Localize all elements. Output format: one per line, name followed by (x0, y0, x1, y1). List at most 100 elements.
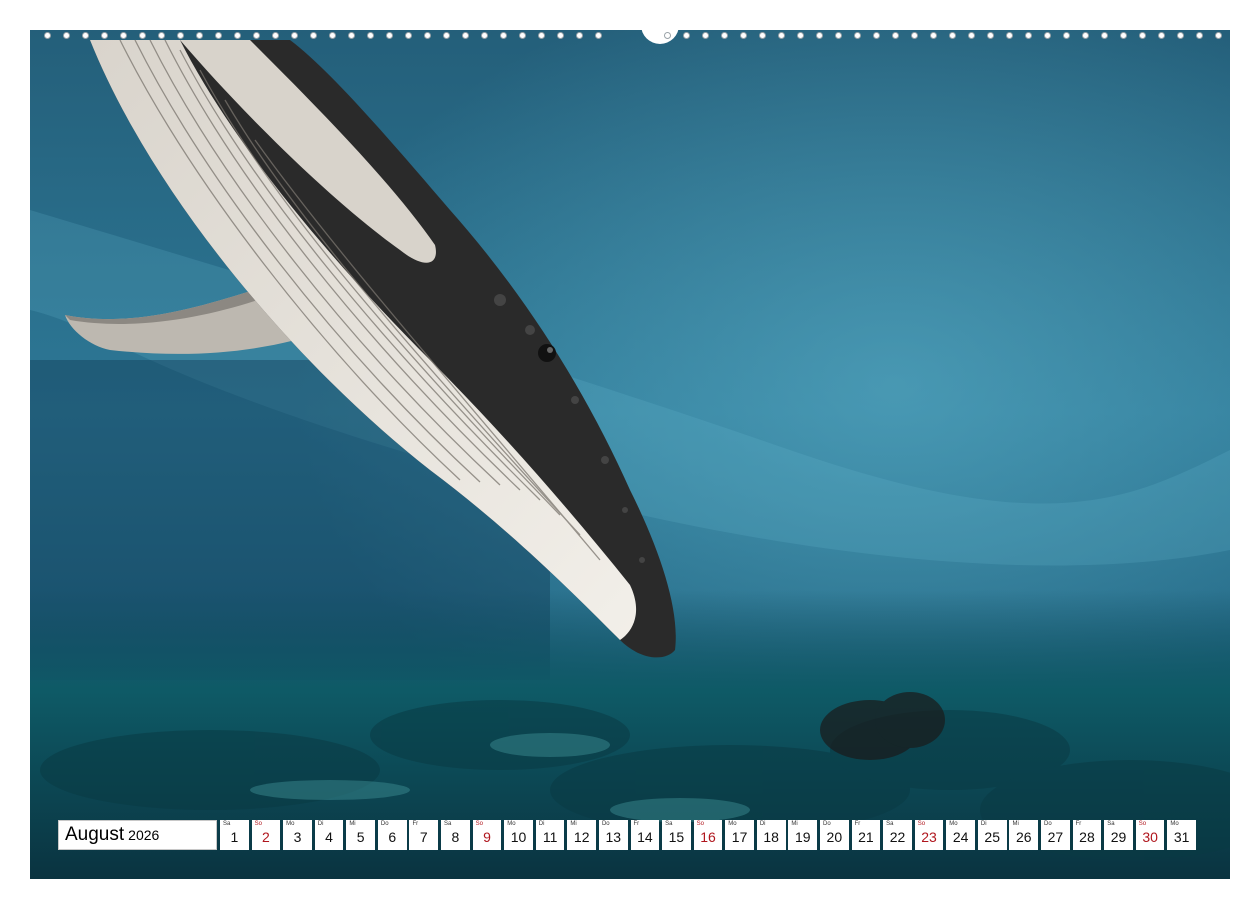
day-cell: So 9 (472, 820, 502, 850)
binding-hole (595, 32, 602, 39)
day-number: 2 (262, 829, 270, 845)
weekday-label: Do (1044, 821, 1052, 827)
day-number: 8 (451, 829, 460, 845)
day-cell: Mo 10 (504, 820, 533, 850)
day-number: 20 (826, 829, 843, 845)
month-name: August (65, 824, 125, 845)
day-number: 4 (325, 829, 333, 845)
day-cell: Fr 28 (1072, 820, 1102, 850)
day-cell: Di 18 (756, 820, 786, 850)
day-number: 31 (1173, 829, 1190, 845)
weekday-label: Mi (570, 821, 577, 827)
binding-hole (873, 32, 880, 39)
day-number: 29 (1110, 829, 1127, 845)
binding-hole (1120, 32, 1127, 39)
weekday-label: So (1138, 821, 1147, 827)
day-cell: Do 20 (819, 820, 849, 850)
weekday-label: Sa (886, 821, 894, 827)
weekday-label: So (917, 821, 926, 827)
weekday-label: Fr (412, 821, 419, 827)
weekday-label: Fr (633, 821, 640, 827)
day-cell: Sa 22 (883, 820, 912, 850)
binding-hole (538, 32, 545, 39)
binding-hole (1006, 32, 1013, 39)
weekday-label: Mi (349, 821, 356, 827)
binding-hole (987, 32, 994, 39)
day-cell: Do 27 (1041, 820, 1070, 850)
photo-illustration (30, 30, 1230, 879)
binding-hole (481, 32, 488, 39)
binding-hole (82, 32, 89, 39)
binding-hole (1158, 32, 1165, 39)
binding-hole (139, 32, 146, 39)
binding-hole (1025, 32, 1032, 39)
binding-hole (683, 32, 690, 39)
day-cell: Fr 7 (409, 820, 439, 850)
day-number: 7 (419, 829, 428, 845)
day-cells: Sa 1 So 2 Mo 3 Di 4 Mi 5 Do 6 Fr 7 Sa 8 So 9 Mo 10 Di 11 Mi 12 D… (220, 820, 1199, 850)
weekday-label: Do (601, 821, 610, 827)
day-cell: Mo 24 (946, 820, 975, 850)
weekday-label: Sa (665, 821, 673, 827)
weekday-label: Di (538, 821, 545, 827)
weekday-label: Mo (507, 821, 516, 827)
binding-hole (63, 32, 70, 39)
day-cell: Mi 19 (788, 820, 818, 850)
binding-hole (1139, 32, 1146, 39)
binding-hole (664, 32, 671, 39)
binding-hole (196, 32, 203, 39)
day-cell: Do 6 (377, 820, 407, 850)
binding-hole (329, 32, 336, 39)
binding-hole (816, 32, 823, 39)
day-cell: Fr 14 (630, 820, 660, 850)
day-number: 12 (573, 829, 590, 845)
day-number: 10 (510, 829, 527, 845)
binding-hole (721, 32, 728, 39)
weekday-label: Fr (854, 821, 861, 827)
weekday-label: Di (980, 821, 987, 827)
weekday-label: Mo (1170, 821, 1179, 827)
day-number: 6 (388, 829, 397, 845)
day-number: 16 (700, 829, 716, 845)
binding-hole (367, 32, 374, 39)
binding-hole (930, 32, 937, 39)
day-cell: So 16 (693, 820, 723, 850)
day-number: 1 (230, 829, 239, 845)
day-cell: Mo 31 (1167, 820, 1197, 850)
day-cell: Sa 8 (441, 820, 470, 850)
day-cell: Di 11 (535, 820, 565, 850)
day-cell: Sa 29 (1104, 820, 1133, 850)
binding-hole (1215, 32, 1222, 39)
day-cell: Mo 17 (725, 820, 754, 850)
weekday-label: Mo (286, 821, 295, 827)
binding-hole (44, 32, 51, 39)
binding-hole (778, 32, 785, 39)
binding-hole (424, 32, 431, 39)
day-cell: Mi 5 (346, 820, 375, 850)
binding-hole (1101, 32, 1108, 39)
weekday-label: Sa (444, 821, 452, 827)
day-number: 13 (605, 829, 622, 845)
weekday-label: Sa (1107, 821, 1115, 827)
binding-hole (158, 32, 165, 39)
binding-hole (1196, 32, 1203, 39)
binding-hole (1063, 32, 1070, 39)
binding-hole (835, 32, 842, 39)
day-cell: Do 13 (598, 820, 628, 850)
binding-hole (462, 32, 469, 39)
binding-hole (759, 32, 766, 39)
weekday-label: Di (317, 821, 324, 827)
day-cell: Mo 3 (283, 820, 312, 850)
binding-hole (291, 32, 298, 39)
whale-photo (30, 30, 1230, 879)
day-number: 9 (483, 829, 491, 845)
weekday-label: Mo (728, 821, 737, 827)
day-cell: Sa 15 (662, 820, 691, 850)
calendar-page: August 2026 Sa 1 So 2 Mo 3 Di 4 Mi 5 Do 6 Fr 7 Sa 8 So 9 M… (0, 0, 1260, 908)
binding-hole (500, 32, 507, 39)
binding-hole (1082, 32, 1089, 39)
day-number: 22 (889, 829, 906, 845)
day-cell: Di 25 (977, 820, 1007, 850)
weekday-label: So (254, 821, 262, 827)
binding-hole (215, 32, 222, 39)
